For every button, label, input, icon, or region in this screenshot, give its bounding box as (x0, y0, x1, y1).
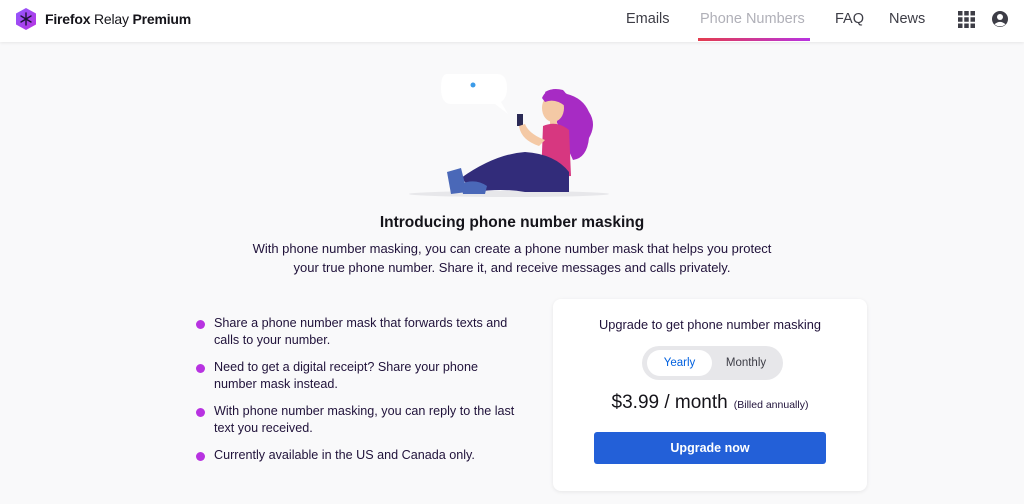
bullet-icon (196, 452, 205, 461)
price: $3.99 / month (611, 392, 728, 413)
feature-item: Need to get a digital receipt? Share you… (196, 359, 516, 393)
top-bar: Firefox Relay Premium Emails Phone Numbe… (0, 0, 1024, 42)
feature-text: Need to get a digital receipt? Share you… (214, 360, 478, 391)
feature-text: Share a phone number mask that forwards … (214, 316, 508, 347)
bullet-icon (196, 364, 205, 373)
price-row: $3.99 / month (Billed annually) (553, 392, 867, 414)
feature-text: Currently available in the US and Canada… (214, 448, 475, 462)
nav-news[interactable]: News (889, 11, 925, 27)
upgrade-now-button[interactable]: Upgrade now (594, 432, 826, 464)
bullet-icon (196, 320, 205, 329)
billing-note: (Billed annually) (733, 399, 809, 411)
feature-list: Share a phone number mask that forwards … (196, 315, 516, 474)
billing-option-monthly[interactable]: Monthly (714, 350, 778, 376)
bullet-icon (196, 408, 205, 417)
nav-faq[interactable]: FAQ (835, 11, 864, 27)
nav-phone-numbers[interactable]: Phone Numbers (700, 11, 805, 27)
page-title: Introducing phone number masking (379, 214, 645, 231)
active-tab-indicator (698, 38, 810, 41)
nav-emails[interactable]: Emails (626, 11, 670, 27)
woman-with-phone-illustration (405, 68, 620, 200)
feature-item: Share a phone number mask that forwards … (196, 315, 516, 349)
relay-logo-icon (15, 7, 37, 31)
account-icon[interactable] (990, 9, 1010, 29)
billing-option-yearly[interactable]: Yearly (647, 350, 712, 376)
apps-grid-icon[interactable] (956, 9, 976, 29)
feature-item: With phone number masking, you can reply… (196, 403, 516, 437)
upgrade-card-title: Upgrade to get phone number masking (599, 317, 821, 332)
billing-period-toggle: Yearly Monthly (642, 346, 783, 380)
brand-name: Firefox Relay Premium (45, 11, 191, 27)
feature-text: With phone number masking, you can reply… (214, 404, 515, 435)
feature-item: Currently available in the US and Canada… (196, 447, 516, 464)
page-subtitle: With phone number masking, you can creat… (252, 241, 772, 275)
brand-logo[interactable]: Firefox Relay Premium (15, 7, 191, 31)
upgrade-card: Upgrade to get phone number masking Year… (553, 299, 867, 491)
